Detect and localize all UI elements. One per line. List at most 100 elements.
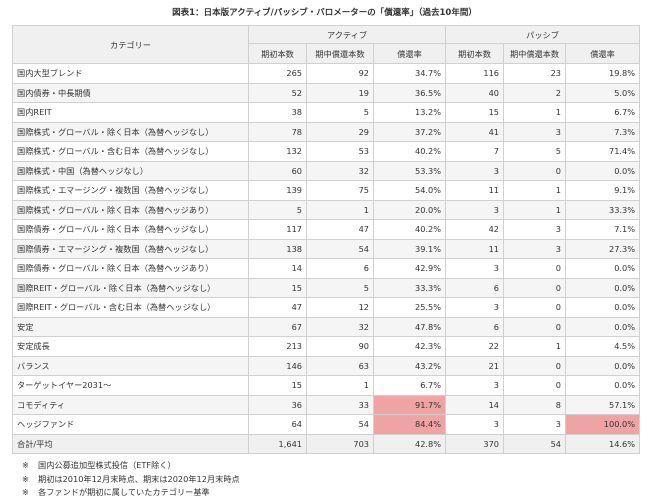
header-passive-rate: 償還率 [565,43,641,64]
passive-rate-cell: 9.1% [565,180,641,201]
active-redeemed-cell: 29 [306,121,374,142]
passive-initial-cell: 3 [445,414,505,435]
active-redeemed-cell: 92 [306,63,374,84]
passive-rate-cell: 0.0% [565,355,641,376]
active-initial-cell: 64 [248,414,307,435]
table-row: 国内REIT 38 5 13.2% 15 1 6.7% [12,102,641,123]
passive-initial-cell: 42 [445,219,505,240]
active-rate-cell: 25.5% [372,297,447,318]
passive-redeemed-cell: 23 [503,63,567,84]
table-row: 国際債券・エマージング・複数国（為替ヘッジなし） 138 54 39.1% 11 3 27.… [12,238,641,259]
category-cell: 国内大型ブレンド [12,63,249,84]
passive-redeemed-cell: 3 [503,414,567,435]
category-cell: 国際株式・エマージング・複数国（為替ヘッジなし） [12,180,249,201]
active-rate-cell: 33.3% [372,277,447,298]
table-row: 国内債券・中長期債 52 19 36.5% 40 2 5.0% [12,82,641,103]
total-passive-initial-cell: 370 [445,433,505,454]
active-initial-cell: 52 [248,82,307,103]
passive-rate-cell: 57.1% [565,394,641,415]
table-row: 国内大型ブレンド 265 92 34.7% 116 23 19.8% [12,63,641,84]
category-cell: ヘッジファンド [12,414,249,435]
category-cell: コモディティ [12,394,249,415]
footnote-text: 国内公募追加型株式投信（ETF除く） [38,460,176,470]
table-body: 国内大型ブレンド 265 92 34.7% 116 23 19.8% 国内債券・中長期債 52 1… [12,63,641,454]
passive-rate-cell: 7.1% [565,219,641,240]
table-row: 安定成長 213 90 42.3% 22 1 4.5% [12,336,641,357]
header-passive-redeemed: 期中償還本数 [503,43,567,64]
active-redeemed-cell: 75 [306,180,374,201]
footnote-text: 期初は2010年12月末時点、期末は2020年12月末時点 [38,473,240,484]
passive-rate-cell: 0.0% [565,277,641,298]
active-rate-cell: 20.0% [372,199,447,220]
passive-initial-cell: 3 [445,199,505,220]
passive-initial-cell: 21 [445,355,505,376]
active-redeemed-cell: 32 [306,160,374,181]
barometer-table: カテゴリー アクティブ パッシブ 期初本数 期中償還本数 償還率 期初本数 期中… [12,25,641,454]
header-active-redeemed: 期中償還本数 [306,43,374,64]
category-cell: 国際債券・エマージング・複数国（為替ヘッジなし） [12,238,249,259]
category-cell: 国際株式・グローバル・含む日本（為替ヘッジなし） [12,141,249,162]
active-redeemed-cell: 54 [306,414,374,435]
passive-initial-cell: 22 [445,336,505,357]
passive-rate-cell: 33.3% [565,199,641,220]
category-cell: 国内REIT [12,102,249,123]
passive-rate-cell: 0.0% [565,316,641,337]
active-initial-cell: 15 [248,375,307,396]
passive-rate-cell: 100.0% [565,414,641,435]
passive-redeemed-cell: 1 [503,336,567,357]
active-initial-cell: 38 [248,102,307,123]
active-redeemed-cell: 5 [306,102,374,123]
active-rate-cell: 53.3% [372,160,447,181]
active-rate-cell: 40.2% [372,141,447,162]
table-row: バランス 146 63 43.2% 21 0 0.0% [12,355,641,376]
total-active-rate-cell: 42.8% [372,433,447,454]
passive-redeemed-cell: 3 [503,238,567,259]
active-rate-cell: 54.0% [372,180,447,201]
header-active-rate: 償還率 [372,43,447,64]
active-rate-cell: 42.9% [372,258,447,279]
active-rate-cell: 36.5% [372,82,447,103]
footnote-2: ※ 期初は2010年12月末時点、期末は2020年12月末時点 [22,473,240,487]
active-rate-cell: 13.2% [372,102,447,123]
passive-redeemed-cell: 8 [503,394,567,415]
passive-redeemed-cell: 5 [503,141,567,162]
passive-rate-cell: 4.5% [565,336,641,357]
passive-rate-cell: 0.0% [565,160,641,181]
category-cell: 国際株式・グローバル・除く日本（為替ヘッジなし） [12,121,249,142]
active-initial-cell: 14 [248,258,307,279]
table-title: 図表1：日本版アクティブ/パッシブ・バロメーターの「償還率」（過去10年間） [172,8,477,18]
passive-rate-cell: 71.4% [565,141,641,162]
passive-redeemed-cell: 3 [503,121,567,142]
active-initial-cell: 5 [248,199,307,220]
category-cell: 国内債券・中長期債 [12,82,249,103]
passive-redeemed-cell: 0 [503,355,567,376]
passive-initial-cell: 41 [445,121,505,142]
category-cell: 国際REIT・グローバル・含む日本（為替ヘッジなし） [12,297,249,318]
active-initial-cell: 139 [248,180,307,201]
footnote-1: ※ 国内公募追加型株式投信（ETF除く） [22,459,240,473]
active-initial-cell: 36 [248,394,307,415]
active-redeemed-cell: 33 [306,394,374,415]
category-cell: 国際債券・グローバル・除く日本（為替ヘッジなし） [12,219,249,240]
passive-initial-cell: 11 [445,238,505,259]
passive-initial-cell: 3 [445,297,505,318]
active-redeemed-cell: 47 [306,219,374,240]
passive-redeemed-cell: 0 [503,375,567,396]
active-redeemed-cell: 5 [306,277,374,298]
total-active-redeemed-cell: 703 [306,433,374,454]
active-redeemed-cell: 19 [306,82,374,103]
category-cell: 国際REIT・グローバル・除く日本（為替ヘッジなし） [12,277,249,298]
active-initial-cell: 265 [248,63,307,84]
note-mark: ※ [22,460,29,470]
passive-redeemed-cell: 1 [503,180,567,201]
passive-initial-cell: 11 [445,180,505,201]
table-row: 国際REIT・グローバル・含む日本（為替ヘッジなし） 47 12 25.5% 3 0 0.0… [12,297,641,318]
category-cell: 安定成長 [12,336,249,357]
active-initial-cell: 67 [248,316,307,337]
active-redeemed-cell: 6 [306,258,374,279]
active-redeemed-cell: 1 [306,375,374,396]
active-redeemed-cell: 12 [306,297,374,318]
passive-initial-cell: 6 [445,277,505,298]
table-row: 安定 67 32 47.8% 6 0 0.0% [12,316,641,337]
table-row: コモディティ 36 33 91.7% 14 8 57.1% [12,394,641,415]
